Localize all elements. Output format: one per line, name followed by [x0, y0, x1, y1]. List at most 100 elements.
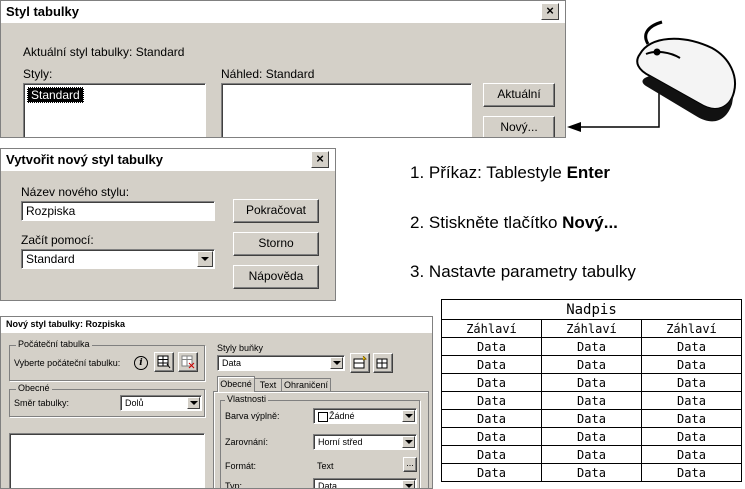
- preview-label: Náhled: Standard: [221, 67, 315, 81]
- info-icon[interactable]: i: [134, 356, 148, 370]
- cancel-button[interactable]: Storno: [233, 232, 319, 256]
- group-label: Vlastnosti: [225, 394, 269, 404]
- data-cell: Data: [441, 373, 542, 392]
- chevron-down-icon[interactable]: [402, 410, 415, 422]
- title-bar: Styl tabulky ×: [1, 1, 565, 24]
- chevron-down-icon[interactable]: [197, 251, 213, 267]
- close-button[interactable]: ×: [541, 3, 559, 20]
- color-swatch-icon: [318, 412, 328, 422]
- table-row: Data Data Data: [441, 355, 742, 374]
- data-cell: Data: [441, 463, 542, 482]
- format-button[interactable]: ...: [403, 457, 417, 472]
- dialog-title: Styl tabulky: [6, 4, 79, 19]
- dialog-title: Vytvořit nový styl tabulky: [6, 152, 164, 167]
- start-table-label: Vyberte počáteční tabulku:: [14, 358, 121, 368]
- table-select-icon[interactable]: [154, 352, 174, 372]
- data-cell: Data: [441, 427, 542, 446]
- header-cell: Záhlaví: [641, 319, 742, 338]
- tab-general[interactable]: Obecné: [217, 376, 255, 392]
- data-cell: Data: [641, 355, 742, 374]
- group-label: Počáteční tabulka: [16, 339, 92, 349]
- type-label: Typ:: [225, 481, 243, 489]
- data-cell: Data: [641, 373, 742, 392]
- start-with-dropdown[interactable]: Standard: [21, 249, 215, 269]
- cell-styles-label: Styly buňky: [217, 343, 264, 353]
- style-name-label: Název nového stylu:: [21, 185, 130, 199]
- group-label: Obecné: [16, 383, 52, 393]
- header-cell: Záhlaví: [541, 319, 642, 338]
- current-style-label: Aktuální styl tabulky: Standard: [23, 45, 185, 59]
- manage-cell-styles-icon[interactable]: [373, 353, 393, 373]
- table-style-editor-dialog: Nový styl tabulky: Rozpiska Počáteční ta…: [0, 316, 433, 489]
- new-table-style-dialog: Vytvořit nový styl tabulky × Název novéh…: [0, 148, 336, 301]
- data-cell: Data: [441, 445, 542, 464]
- step-2: 2. Stiskněte tlačítko Nový...: [410, 213, 618, 232]
- preview-area: [221, 83, 472, 137]
- chevron-down-icon[interactable]: [187, 397, 200, 409]
- close-button[interactable]: ×: [311, 151, 329, 168]
- data-cell: Data: [441, 409, 542, 428]
- table-row: Data Data Data: [441, 391, 742, 410]
- table-row: Data Data Data: [441, 427, 742, 446]
- data-cell: Data: [541, 355, 642, 374]
- header-cell: Záhlaví: [441, 319, 542, 338]
- data-cell: Data: [441, 391, 542, 410]
- format-label: Formát:: [225, 461, 257, 471]
- style-preview-area: [9, 433, 205, 488]
- data-cell: Data: [541, 391, 642, 410]
- data-cell: Data: [541, 427, 642, 446]
- new-button[interactable]: Nový...: [483, 116, 555, 137]
- type-dropdown[interactable]: Data: [313, 478, 417, 488]
- table-row: Data Data Data: [441, 409, 742, 428]
- chevron-down-icon[interactable]: [402, 436, 415, 448]
- direction-dropdown[interactable]: Dolů: [120, 395, 202, 411]
- title-bar: Nový styl tabulky: Rozpiska: [1, 317, 432, 334]
- alignment-label: Zarovnání:: [225, 437, 269, 447]
- table-title: Nadpis: [441, 299, 742, 320]
- data-cell: Data: [441, 337, 542, 356]
- table-row: Data Data Data: [441, 463, 742, 482]
- data-cell: Data: [541, 445, 642, 464]
- chevron-down-icon[interactable]: [402, 480, 415, 488]
- general-group: Obecné Směr tabulky: Dolů: [9, 383, 205, 417]
- fill-color-label: Barva výplně:: [225, 411, 280, 421]
- data-cell: Data: [641, 427, 742, 446]
- data-cell: Data: [541, 337, 642, 356]
- table-preview: Nadpis Záhlaví Záhlaví Záhlaví Data Data D…: [441, 299, 742, 482]
- styles-list[interactable]: Standard: [23, 83, 206, 137]
- styles-label: Styly:: [23, 67, 53, 81]
- continue-button[interactable]: Pokračovat: [233, 199, 319, 223]
- current-button[interactable]: Aktuální: [483, 83, 555, 107]
- tab-borders[interactable]: Ohraničení: [281, 378, 331, 392]
- data-cell: Data: [641, 409, 742, 428]
- data-cell: Data: [541, 373, 642, 392]
- computer-mouse-icon: [636, 20, 736, 122]
- format-value: Text: [317, 461, 334, 471]
- step-3: 3. Nastavte parametry tabulky: [410, 262, 636, 281]
- title-bar: Vytvořit nový styl tabulky ×: [1, 149, 335, 172]
- table-row: Data Data Data: [441, 445, 742, 464]
- new-cell-style-icon[interactable]: [350, 353, 370, 373]
- data-cell: Data: [541, 409, 642, 428]
- cell-style-dropdown[interactable]: Data: [217, 355, 345, 371]
- table-header-row: Záhlaví Záhlaví Záhlaví: [441, 319, 742, 338]
- dialog-title: Nový styl tabulky: Rozpiska: [6, 319, 126, 329]
- table-style-dialog: Styl tabulky × Aktuální styl tabulky: St…: [0, 0, 566, 138]
- data-cell: Data: [641, 391, 742, 410]
- help-button[interactable]: Nápověda: [233, 265, 319, 289]
- starting-table-group: Počáteční tabulka Vyberte počáteční tabu…: [9, 339, 205, 381]
- start-with-label: Začít pomocí:: [21, 233, 94, 247]
- chevron-down-icon[interactable]: [330, 357, 343, 369]
- styles-list-item[interactable]: Standard: [27, 87, 84, 103]
- style-name-input[interactable]: Rozpiska: [21, 201, 215, 221]
- alignment-dropdown[interactable]: Horní střed: [313, 434, 417, 450]
- tab-text[interactable]: Text: [254, 378, 282, 392]
- table-title-row: Nadpis: [441, 299, 742, 320]
- data-cell: Data: [441, 355, 542, 374]
- fill-color-dropdown[interactable]: Žádné: [313, 408, 417, 424]
- table-row: Data Data Data: [441, 373, 742, 392]
- table-remove-icon[interactable]: [178, 352, 198, 372]
- tab-panel: Vlastnosti Barva výplně: Žádné Zarovnání…: [213, 391, 429, 489]
- data-cell: Data: [541, 463, 642, 482]
- step-1: 1. Příkaz: Tablestyle Enter: [410, 163, 611, 182]
